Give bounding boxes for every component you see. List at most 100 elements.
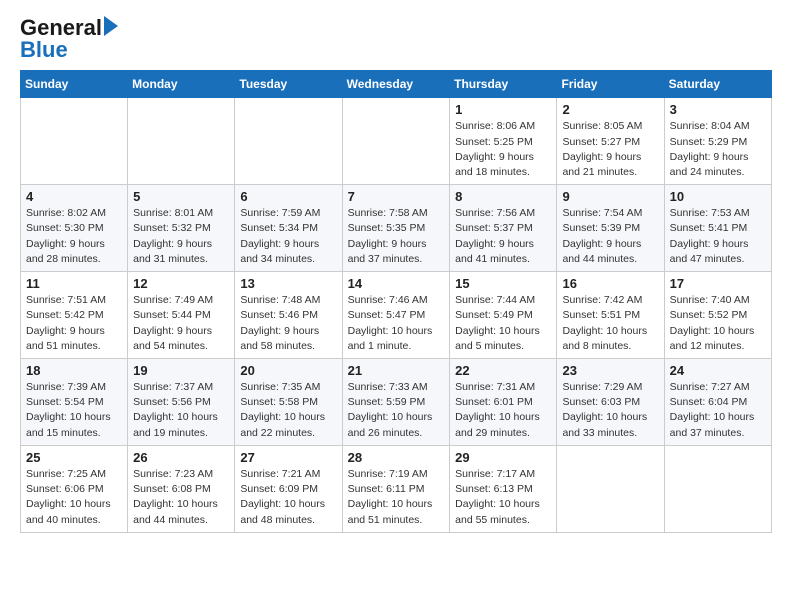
calendar-week-row: 18Sunrise: 7:39 AM Sunset: 5:54 PM Dayli… xyxy=(21,359,772,446)
calendar-cell: 17 Sunrise: 7:40 AM Sunset: 5:52 PM Dayli… xyxy=(664,272,771,359)
calendar-cell xyxy=(21,98,128,185)
calendar-week-row: 11 Sunrise: 7:51 AM Sunset: 5:42 PM Dayli… xyxy=(21,272,772,359)
calendar-header-row: SundayMondayTuesdayWednesdayThursdayFrid… xyxy=(21,71,772,98)
calendar-cell: 4 Sunrise: 8:02 AM Sunset: 5:30 PM Daylig… xyxy=(21,185,128,272)
day-number: 23 xyxy=(562,363,658,378)
calendar-cell: 18Sunrise: 7:39 AM Sunset: 5:54 PM Dayli… xyxy=(21,359,128,446)
calendar-cell: 15 Sunrise: 7:44 AM Sunset: 5:49 PM Dayli… xyxy=(450,272,557,359)
page-header: General Blue xyxy=(20,16,772,62)
calendar-cell: 9 Sunrise: 7:54 AM Sunset: 5:39 PM Daylig… xyxy=(557,185,664,272)
calendar-cell xyxy=(664,445,771,532)
day-info: Sunrise: 7:48 AM Sunset: 5:46 PM Dayligh… xyxy=(240,293,336,354)
day-info: Sunrise: 7:25 AM Sunset: 6:06 PM Dayligh… xyxy=(26,467,122,528)
day-info: Sunrise: 8:06 AM Sunset: 5:25 PM Dayligh… xyxy=(455,119,551,180)
calendar-cell xyxy=(557,445,664,532)
calendar-cell xyxy=(128,98,235,185)
calendar-week-row: 25Sunrise: 7:25 AM Sunset: 6:06 PM Dayli… xyxy=(21,445,772,532)
day-number: 13 xyxy=(240,276,336,291)
day-info: Sunrise: 7:17 AM Sunset: 6:13 PM Dayligh… xyxy=(455,467,551,528)
day-number: 5 xyxy=(133,189,229,204)
day-info: Sunrise: 7:44 AM Sunset: 5:49 PM Dayligh… xyxy=(455,293,551,354)
day-number: 6 xyxy=(240,189,336,204)
calendar-cell: 7 Sunrise: 7:58 AM Sunset: 5:35 PM Daylig… xyxy=(342,185,450,272)
logo-arrow-icon xyxy=(104,16,118,36)
day-info: Sunrise: 7:59 AM Sunset: 5:34 PM Dayligh… xyxy=(240,206,336,267)
calendar-cell: 25Sunrise: 7:25 AM Sunset: 6:06 PM Dayli… xyxy=(21,445,128,532)
calendar-cell: 10Sunrise: 7:53 AM Sunset: 5:41 PM Dayli… xyxy=(664,185,771,272)
weekday-header-saturday: Saturday xyxy=(664,71,771,98)
day-number: 4 xyxy=(26,189,122,204)
calendar-week-row: 4 Sunrise: 8:02 AM Sunset: 5:30 PM Daylig… xyxy=(21,185,772,272)
day-number: 20 xyxy=(240,363,336,378)
day-info: Sunrise: 7:49 AM Sunset: 5:44 PM Dayligh… xyxy=(133,293,229,354)
day-info: Sunrise: 7:37 AM Sunset: 5:56 PM Dayligh… xyxy=(133,380,229,441)
day-info: Sunrise: 7:46 AM Sunset: 5:47 PM Dayligh… xyxy=(348,293,445,354)
day-info: Sunrise: 7:31 AM Sunset: 6:01 PM Dayligh… xyxy=(455,380,551,441)
day-number: 19 xyxy=(133,363,229,378)
day-number: 3 xyxy=(670,102,766,117)
calendar-cell: 6 Sunrise: 7:59 AM Sunset: 5:34 PM Daylig… xyxy=(235,185,342,272)
calendar-cell: 2 Sunrise: 8:05 AM Sunset: 5:27 PM Daylig… xyxy=(557,98,664,185)
day-info: Sunrise: 7:23 AM Sunset: 6:08 PM Dayligh… xyxy=(133,467,229,528)
calendar-cell: 20 Sunrise: 7:35 AM Sunset: 5:58 PM Dayli… xyxy=(235,359,342,446)
day-info: Sunrise: 7:40 AM Sunset: 5:52 PM Dayligh… xyxy=(670,293,766,354)
day-number: 11 xyxy=(26,276,122,291)
day-info: Sunrise: 8:02 AM Sunset: 5:30 PM Dayligh… xyxy=(26,206,122,267)
day-number: 17 xyxy=(670,276,766,291)
day-number: 2 xyxy=(562,102,658,117)
day-info: Sunrise: 7:42 AM Sunset: 5:51 PM Dayligh… xyxy=(562,293,658,354)
logo-blue: Blue xyxy=(20,38,118,62)
calendar-cell: 12 Sunrise: 7:49 AM Sunset: 5:44 PM Dayli… xyxy=(128,272,235,359)
day-number: 9 xyxy=(562,189,658,204)
day-info: Sunrise: 7:19 AM Sunset: 6:11 PM Dayligh… xyxy=(348,467,445,528)
calendar-cell: 16 Sunrise: 7:42 AM Sunset: 5:51 PM Dayli… xyxy=(557,272,664,359)
calendar-cell: 14 Sunrise: 7:46 AM Sunset: 5:47 PM Dayli… xyxy=(342,272,450,359)
day-info: Sunrise: 8:01 AM Sunset: 5:32 PM Dayligh… xyxy=(133,206,229,267)
day-number: 29 xyxy=(455,450,551,465)
weekday-header-thursday: Thursday xyxy=(450,71,557,98)
day-number: 28 xyxy=(348,450,445,465)
day-info: Sunrise: 7:58 AM Sunset: 5:35 PM Dayligh… xyxy=(348,206,445,267)
day-number: 26 xyxy=(133,450,229,465)
calendar-table: SundayMondayTuesdayWednesdayThursdayFrid… xyxy=(20,70,772,532)
calendar-cell: 1 Sunrise: 8:06 AM Sunset: 5:25 PM Daylig… xyxy=(450,98,557,185)
day-info: Sunrise: 7:35 AM Sunset: 5:58 PM Dayligh… xyxy=(240,380,336,441)
day-number: 15 xyxy=(455,276,551,291)
day-info: Sunrise: 8:05 AM Sunset: 5:27 PM Dayligh… xyxy=(562,119,658,180)
calendar-body: 1 Sunrise: 8:06 AM Sunset: 5:25 PM Daylig… xyxy=(21,98,772,532)
calendar-cell: 28 Sunrise: 7:19 AM Sunset: 6:11 PM Dayli… xyxy=(342,445,450,532)
calendar-cell xyxy=(235,98,342,185)
calendar-cell: 24Sunrise: 7:27 AM Sunset: 6:04 PM Dayli… xyxy=(664,359,771,446)
weekday-header-friday: Friday xyxy=(557,71,664,98)
day-info: Sunrise: 7:33 AM Sunset: 5:59 PM Dayligh… xyxy=(348,380,445,441)
day-number: 7 xyxy=(348,189,445,204)
day-number: 12 xyxy=(133,276,229,291)
day-info: Sunrise: 7:29 AM Sunset: 6:03 PM Dayligh… xyxy=(562,380,658,441)
calendar-cell: 29 Sunrise: 7:17 AM Sunset: 6:13 PM Dayli… xyxy=(450,445,557,532)
day-info: Sunrise: 8:04 AM Sunset: 5:29 PM Dayligh… xyxy=(670,119,766,180)
day-number: 16 xyxy=(562,276,658,291)
day-info: Sunrise: 7:54 AM Sunset: 5:39 PM Dayligh… xyxy=(562,206,658,267)
calendar-week-row: 1 Sunrise: 8:06 AM Sunset: 5:25 PM Daylig… xyxy=(21,98,772,185)
day-info: Sunrise: 7:39 AM Sunset: 5:54 PM Dayligh… xyxy=(26,380,122,441)
calendar-cell: 13 Sunrise: 7:48 AM Sunset: 5:46 PM Dayli… xyxy=(235,272,342,359)
calendar-cell: 27Sunrise: 7:21 AM Sunset: 6:09 PM Dayli… xyxy=(235,445,342,532)
calendar-cell: 26 Sunrise: 7:23 AM Sunset: 6:08 PM Dayli… xyxy=(128,445,235,532)
day-number: 14 xyxy=(348,276,445,291)
day-number: 8 xyxy=(455,189,551,204)
day-info: Sunrise: 7:21 AM Sunset: 6:09 PM Dayligh… xyxy=(240,467,336,528)
day-info: Sunrise: 7:51 AM Sunset: 5:42 PM Dayligh… xyxy=(26,293,122,354)
calendar-cell: 21 Sunrise: 7:33 AM Sunset: 5:59 PM Dayli… xyxy=(342,359,450,446)
day-info: Sunrise: 7:27 AM Sunset: 6:04 PM Dayligh… xyxy=(670,380,766,441)
logo: General Blue xyxy=(20,16,118,62)
calendar-cell: 3 Sunrise: 8:04 AM Sunset: 5:29 PM Daylig… xyxy=(664,98,771,185)
day-number: 1 xyxy=(455,102,551,117)
weekday-header-monday: Monday xyxy=(128,71,235,98)
calendar-cell: 5 Sunrise: 8:01 AM Sunset: 5:32 PM Daylig… xyxy=(128,185,235,272)
day-info: Sunrise: 7:53 AM Sunset: 5:41 PM Dayligh… xyxy=(670,206,766,267)
calendar-cell: 22Sunrise: 7:31 AM Sunset: 6:01 PM Dayli… xyxy=(450,359,557,446)
day-number: 21 xyxy=(348,363,445,378)
day-info: Sunrise: 7:56 AM Sunset: 5:37 PM Dayligh… xyxy=(455,206,551,267)
calendar-cell: 19 Sunrise: 7:37 AM Sunset: 5:56 PM Dayli… xyxy=(128,359,235,446)
weekday-header-wednesday: Wednesday xyxy=(342,71,450,98)
